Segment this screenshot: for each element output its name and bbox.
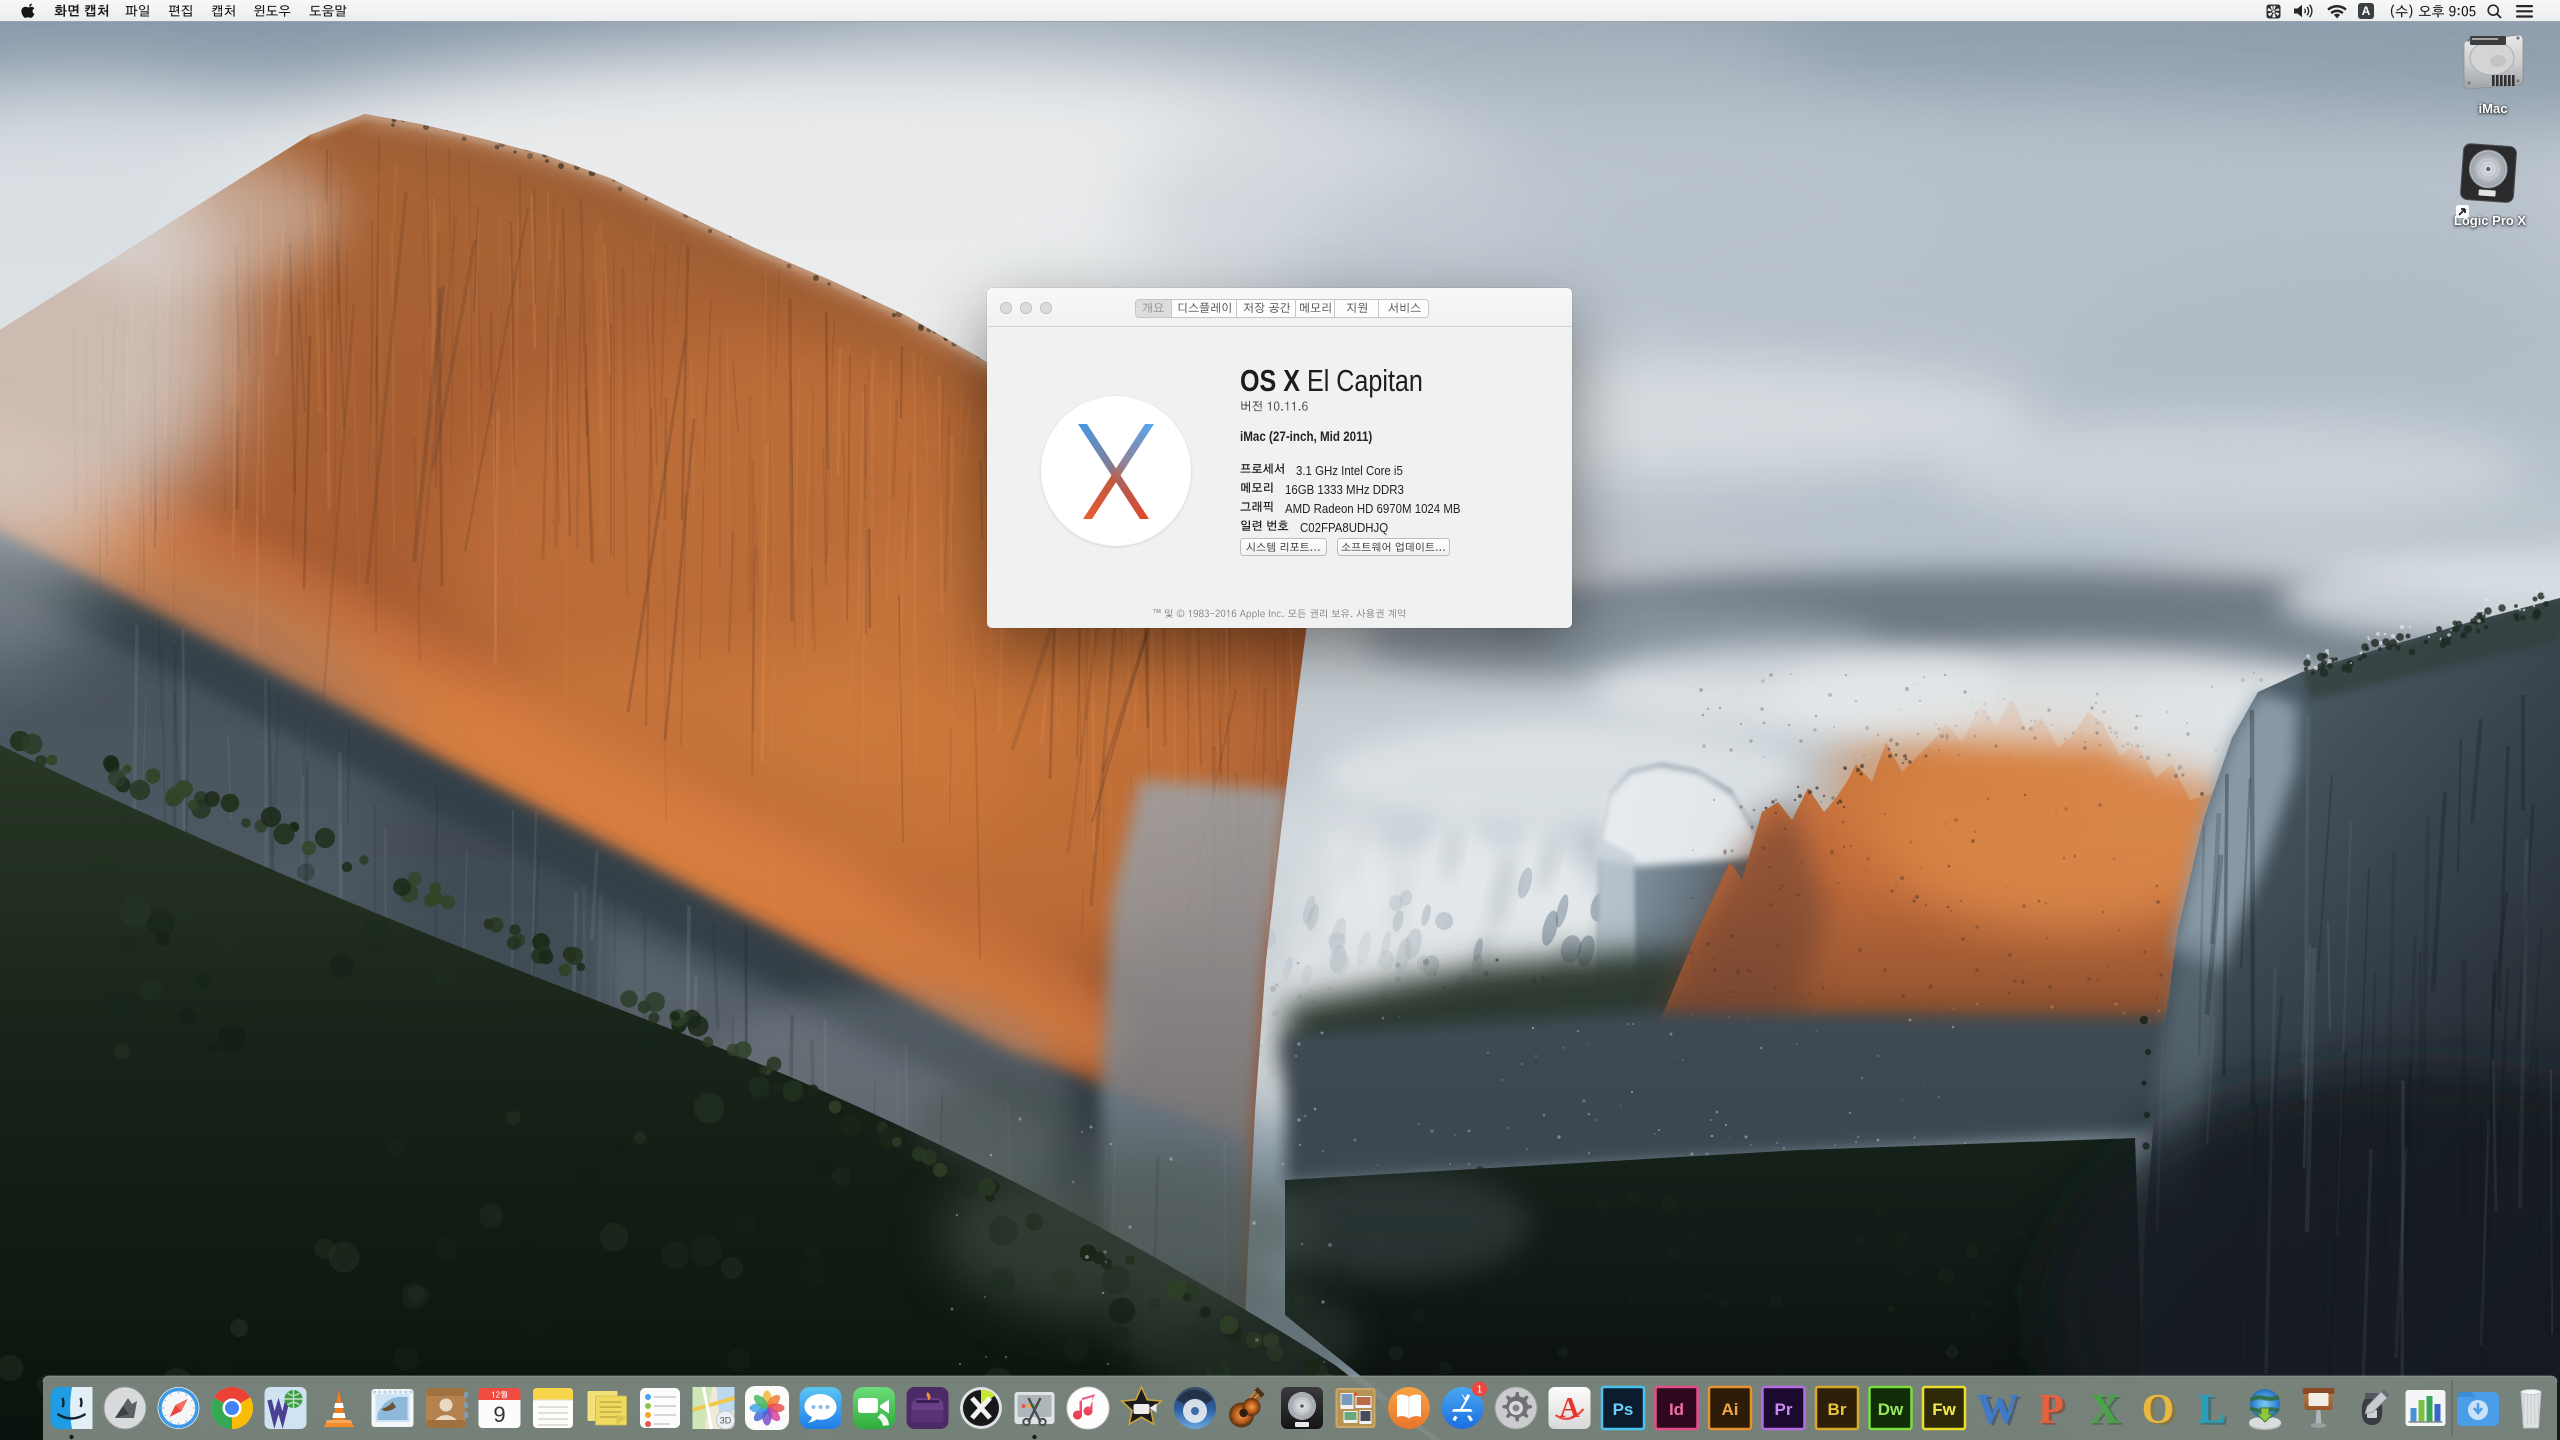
svg-text:9: 9: [493, 1402, 505, 1427]
svg-text:Ai: Ai: [1722, 1400, 1739, 1419]
svg-text:1: 1: [1477, 1385, 1483, 1396]
svg-text:W: W: [1977, 1387, 2019, 1433]
svg-text:L: L: [2197, 1387, 2225, 1433]
svg-text:O: O: [2142, 1387, 2175, 1433]
svg-text:Id: Id: [1669, 1400, 1684, 1419]
svg-text:Fw: Fw: [1932, 1400, 1956, 1419]
svg-text:Pr: Pr: [1775, 1400, 1793, 1419]
svg-text:3D: 3D: [720, 1416, 732, 1426]
svg-text:Dw: Dw: [1878, 1400, 1904, 1419]
svg-text:P: P: [2038, 1387, 2064, 1433]
svg-text:Br: Br: [1828, 1400, 1847, 1419]
svg-text:X: X: [2089, 1387, 2119, 1433]
svg-text:Ps: Ps: [1613, 1400, 1634, 1419]
